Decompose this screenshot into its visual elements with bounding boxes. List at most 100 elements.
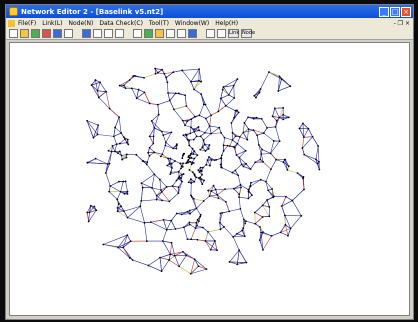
network-node[interactable] [238,196,241,199]
network-node[interactable] [236,263,239,266]
network-node[interactable] [190,194,192,197]
network-node[interactable] [121,158,124,161]
network-node[interactable] [168,259,170,261]
zoom-in-icon[interactable] [206,29,215,38]
network-node[interactable] [195,207,198,210]
network-node[interactable] [120,154,123,157]
network-node[interactable] [181,250,184,253]
rotate-icon[interactable] [188,29,197,38]
network-link[interactable] [204,125,210,133]
network-node[interactable] [220,157,223,160]
network-node[interactable] [278,75,281,78]
network-link[interactable] [194,259,207,270]
network-node[interactable] [201,146,204,149]
network-node[interactable] [245,261,248,264]
network-node[interactable] [238,249,241,252]
network-node[interactable] [159,256,161,259]
network-link[interactable] [250,179,261,184]
network-link[interactable] [229,139,233,147]
network-node[interactable] [118,180,120,183]
network-link[interactable] [292,200,302,216]
network-node[interactable] [92,136,95,139]
network-node[interactable] [180,177,182,180]
network-node[interactable] [170,162,173,165]
network-node[interactable] [287,234,289,237]
network-node[interactable] [192,197,195,200]
network-link[interactable] [315,146,319,160]
menu-window[interactable]: Window(W) [175,20,209,27]
network-node[interactable] [148,146,151,149]
network-node[interactable] [190,152,193,155]
network-link[interactable] [276,159,284,163]
network-node[interactable] [221,166,223,169]
network-node[interactable] [274,125,277,128]
network-node[interactable] [261,216,264,218]
network-node[interactable] [126,234,129,236]
network-link[interactable] [182,68,200,71]
network-node[interactable] [209,248,212,251]
maximize-button[interactable]: □ [390,6,400,17]
network-node[interactable] [169,253,172,256]
network-node[interactable] [258,239,261,242]
network-node[interactable] [145,163,148,166]
network-node[interactable] [154,67,157,70]
network-node[interactable] [188,139,191,142]
network-node[interactable] [234,135,237,138]
network-node[interactable] [200,169,202,172]
network-link[interactable] [223,226,234,238]
network-node[interactable] [201,183,204,186]
network-node[interactable] [180,213,183,216]
network-node[interactable] [187,181,190,184]
network-node[interactable] [205,268,208,271]
network-node[interactable] [188,144,191,147]
network-link[interactable] [141,199,157,202]
network-link[interactable] [143,73,156,79]
network-link[interactable] [144,221,151,224]
network-node[interactable] [190,195,193,198]
network-node[interactable] [188,223,191,226]
network-node[interactable] [185,254,188,257]
network-node[interactable] [180,167,182,170]
network-link[interactable] [281,78,291,87]
network-link[interactable] [108,191,118,200]
network-node[interactable] [209,164,211,167]
network-link[interactable] [290,215,302,229]
network-node[interactable] [201,173,203,176]
network-node[interactable] [177,170,180,173]
network-node[interactable] [120,132,123,134]
network-node[interactable] [231,171,234,174]
network-node[interactable] [122,136,125,139]
network-link[interactable] [231,122,233,133]
network-link[interactable] [159,257,170,261]
network-link[interactable] [260,71,270,90]
network-node[interactable] [162,218,165,221]
network-node[interactable] [256,134,259,137]
network-link[interactable] [131,88,137,99]
network-node[interactable] [190,163,193,166]
network-node[interactable] [181,157,184,160]
network-link[interactable] [272,108,276,117]
network-node[interactable] [173,254,176,257]
network-node[interactable] [177,177,180,180]
network-node[interactable] [131,259,134,261]
network-node[interactable] [200,80,203,83]
network-node[interactable] [190,182,193,184]
network-node[interactable] [261,204,264,207]
network-link[interactable] [149,136,154,144]
zoom-out-icon[interactable] [217,29,226,38]
network-link[interactable] [127,234,131,242]
network-node[interactable] [202,200,205,202]
network-node[interactable] [175,147,178,150]
network-node[interactable] [254,161,257,164]
network-node[interactable] [148,102,151,105]
network-node[interactable] [146,161,149,164]
network-node[interactable] [178,175,181,178]
network-node[interactable] [216,249,218,252]
network-node[interactable] [158,178,161,181]
network-node[interactable] [161,153,164,156]
network-node[interactable] [202,139,205,141]
network-link[interactable] [266,199,270,208]
network-node[interactable] [189,160,192,163]
network-link[interactable] [225,201,230,212]
network-node[interactable] [318,160,320,163]
